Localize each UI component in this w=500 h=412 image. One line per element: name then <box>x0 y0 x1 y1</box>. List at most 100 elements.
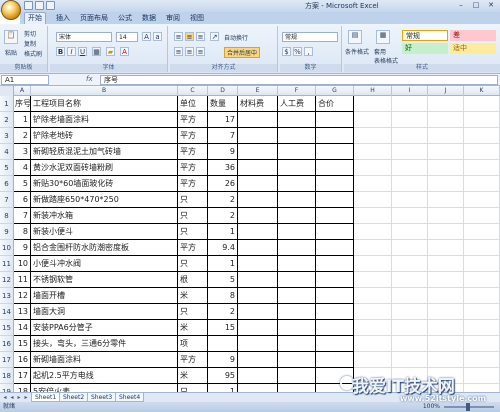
column-header-c[interactable]: C <box>178 86 208 96</box>
cell-item-name[interactable]: 不锈钢软管 <box>31 272 178 288</box>
empty-cell[interactable] <box>316 368 354 384</box>
empty-cell[interactable] <box>392 128 428 144</box>
empty-cell[interactable] <box>354 160 392 176</box>
row-header[interactable]: 4 <box>0 144 14 160</box>
align-middle-icon[interactable]: ≡ <box>185 32 194 41</box>
row-header[interactable]: 8 <box>0 208 14 224</box>
sheet-tab-3[interactable]: Sheet3 <box>87 393 117 402</box>
empty-cell[interactable] <box>392 160 428 176</box>
empty-cell[interactable] <box>316 384 354 392</box>
header-cell-no[interactable]: 序号 <box>14 96 31 112</box>
paste-icon[interactable]: 📋 <box>4 30 18 44</box>
empty-cell[interactable] <box>278 336 316 352</box>
sheet-tab-4[interactable]: Sheet4 <box>115 393 145 402</box>
font-color-icon[interactable]: A <box>120 47 129 56</box>
cell-item-name[interactable]: 铝合金围杆防水防潮密度板 <box>31 240 178 256</box>
row-header[interactable]: 5 <box>0 160 14 176</box>
empty-cell[interactable] <box>238 144 278 160</box>
empty-cell[interactable] <box>392 352 428 368</box>
font-name-select[interactable]: 宋体 <box>56 32 112 42</box>
cell-no[interactable]: 8 <box>14 224 31 240</box>
empty-cell[interactable] <box>278 112 316 128</box>
empty-cell[interactable] <box>238 320 278 336</box>
format-painter-button[interactable]: 格式刷 <box>24 49 42 58</box>
empty-cell[interactable] <box>238 224 278 240</box>
cell-item-name[interactable]: 墙面大洞 <box>31 304 178 320</box>
cell-qty[interactable]: 8 <box>208 288 238 304</box>
header-cell-material[interactable]: 材料费 <box>238 96 278 112</box>
cell-no[interactable]: 4 <box>14 160 31 176</box>
empty-cell[interactable] <box>238 272 278 288</box>
align-right-icon[interactable]: ≡ <box>196 47 205 56</box>
empty-cell[interactable] <box>428 128 464 144</box>
cell-no[interactable]: 9 <box>14 240 31 256</box>
merge-center-button[interactable]: 合并后居中 <box>224 47 261 58</box>
empty-cell[interactable] <box>316 176 354 192</box>
cell-qty[interactable]: 15 <box>208 320 238 336</box>
empty-cell[interactable] <box>464 112 500 128</box>
cell-item-name[interactable]: 新砌轻质混泥土加气砖墙 <box>31 144 178 160</box>
tab-view[interactable]: 视图 <box>190 13 204 24</box>
cell-unit[interactable]: 平方 <box>178 160 208 176</box>
cell-qty[interactable]: 5 <box>208 272 238 288</box>
cell-no[interactable]: 6 <box>14 192 31 208</box>
cell-unit[interactable]: 米 <box>178 368 208 384</box>
header-cell-labor[interactable]: 人工费 <box>278 96 316 112</box>
number-format-select[interactable]: 常规 <box>282 32 338 42</box>
row-header[interactable]: 11 <box>0 256 14 272</box>
empty-cell[interactable] <box>428 144 464 160</box>
cell-qty[interactable]: 7 <box>208 128 238 144</box>
empty-cell[interactable] <box>278 192 316 208</box>
minimize-button[interactable]: – <box>454 0 468 10</box>
empty-cell[interactable] <box>238 352 278 368</box>
empty-cell[interactable] <box>278 288 316 304</box>
empty-cell[interactable] <box>464 240 500 256</box>
column-header-d[interactable]: D <box>208 86 238 96</box>
tab-page-layout[interactable]: 页面布局 <box>80 13 108 24</box>
empty-cell[interactable] <box>464 384 500 392</box>
cell-qty[interactable]: 17 <box>208 112 238 128</box>
empty-cell[interactable] <box>354 320 392 336</box>
cell-qty[interactable]: 2 <box>208 192 238 208</box>
empty-cell[interactable] <box>278 384 316 392</box>
empty-cell[interactable] <box>316 320 354 336</box>
align-center-icon[interactable]: ≡ <box>185 47 194 56</box>
underline-button[interactable]: U <box>78 47 87 56</box>
cell-unit[interactable]: 只 <box>178 384 208 392</box>
empty-cell[interactable] <box>464 352 500 368</box>
empty-cell[interactable] <box>316 112 354 128</box>
cell-unit[interactable]: 平方 <box>178 352 208 368</box>
empty-cell[interactable] <box>278 176 316 192</box>
cell-item-name[interactable]: 墙面开槽 <box>31 288 178 304</box>
empty-cell[interactable] <box>392 368 428 384</box>
empty-cell[interactable] <box>354 96 392 112</box>
empty-cell[interactable] <box>428 368 464 384</box>
column-header-h[interactable]: H <box>354 86 392 96</box>
empty-cell[interactable] <box>464 368 500 384</box>
empty-cell[interactable] <box>354 224 392 240</box>
cell-unit[interactable]: 只 <box>178 224 208 240</box>
empty-cell[interactable] <box>238 336 278 352</box>
row-header[interactable]: 9 <box>0 224 14 240</box>
column-header-i[interactable]: I <box>392 86 428 96</box>
column-header-a[interactable]: A <box>14 86 31 96</box>
cell-item-name[interactable]: 黄沙水泥双面砖墙粉刷 <box>31 160 178 176</box>
conditional-format-icon[interactable]: ▤ <box>348 30 362 44</box>
cell-item-name[interactable]: 5安倍火表 <box>31 384 178 392</box>
header-cell-name[interactable]: 工程项目名称 <box>31 96 178 112</box>
header-cell-qty[interactable]: 数量 <box>208 96 238 112</box>
cell-qty[interactable]: 2 <box>208 304 238 320</box>
cell-qty[interactable]: 2 <box>208 208 238 224</box>
row-header[interactable]: 14 <box>0 304 14 320</box>
tab-insert[interactable]: 插入 <box>56 13 70 24</box>
cell-item-name[interactable]: 新做踏座650*470*250 <box>31 192 178 208</box>
empty-cell[interactable] <box>464 288 500 304</box>
row-header[interactable]: 17 <box>0 352 14 368</box>
empty-cell[interactable] <box>278 256 316 272</box>
empty-cell[interactable] <box>316 144 354 160</box>
empty-cell[interactable] <box>428 304 464 320</box>
empty-cell[interactable] <box>238 256 278 272</box>
cell-item-name[interactable]: 起机2.5平方电线 <box>31 368 178 384</box>
row-header[interactable]: 19 <box>0 384 14 392</box>
empty-cell[interactable] <box>464 96 500 112</box>
